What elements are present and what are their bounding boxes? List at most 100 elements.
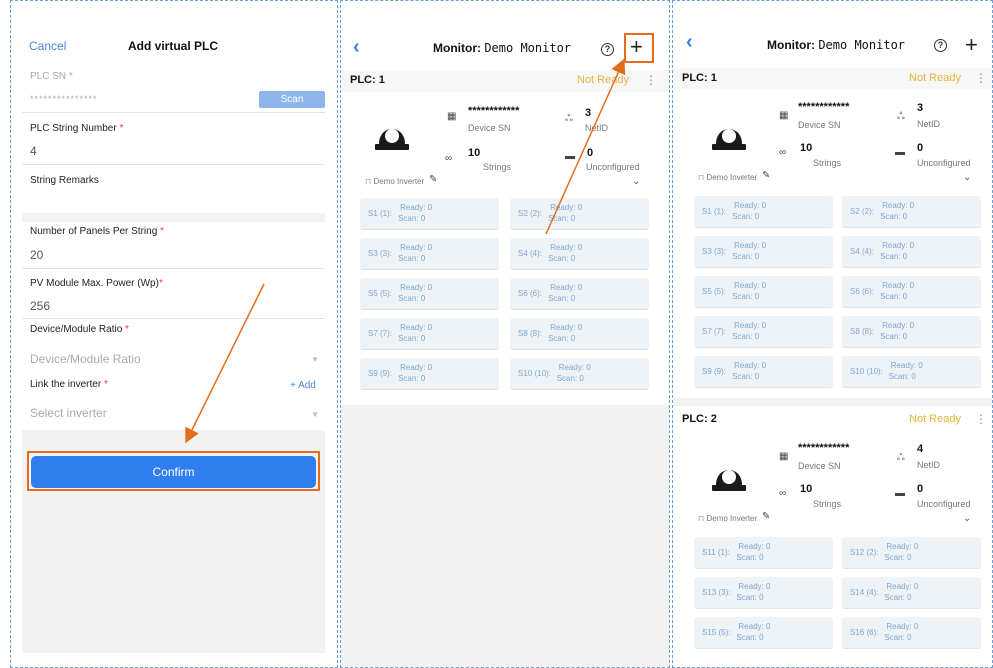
plc-name: PLC: 1 (682, 72, 717, 84)
string-tile[interactable]: S7 (7): Ready: 0 Scan: 0 (360, 318, 499, 350)
string-number-input[interactable]: 4 (30, 144, 37, 158)
string-tile[interactable]: S11 (1): Ready: 0 Scan: 0 (694, 537, 833, 569)
cancel-button[interactable]: Cancel (29, 39, 66, 53)
chevron-down-icon[interactable]: ⌄ (632, 176, 640, 187)
scan-button[interactable]: Scan (259, 91, 325, 108)
unconfigured-label: Unconfigured (917, 158, 971, 168)
string-id: S1 (1): (368, 209, 393, 218)
chevron-down-icon[interactable]: ⌄ (963, 172, 971, 183)
string-tile[interactable]: S1 (1): Ready: 0 Scan: 0 (694, 196, 833, 228)
more-icon[interactable]: ⋮ (645, 73, 657, 87)
string-tile[interactable]: S10 (10): Ready: 0 Scan: 0 (842, 356, 981, 388)
edit-icon[interactable]: ✎ (429, 174, 437, 185)
edit-icon[interactable]: ✎ (762, 170, 770, 181)
more-icon[interactable]: ⋮ (975, 412, 987, 426)
ratio-select[interactable]: Device/Module Ratio (30, 352, 141, 366)
plc-device-icon (712, 470, 746, 491)
string-tile[interactable]: S1 (1): Ready: 0 Scan: 0 (360, 198, 499, 230)
string-tile[interactable]: S7 (7): Ready: 0 Scan: 0 (694, 316, 833, 348)
string-tile[interactable]: S5 (5): Ready: 0 Scan: 0 (694, 276, 833, 308)
scan-count: Scan: 0 (732, 252, 760, 261)
string-tile[interactable]: S13 (3): Ready: 0 Scan: 0 (694, 577, 833, 609)
scan-count: Scan: 0 (732, 372, 760, 381)
qr-icon: ▦ (447, 111, 457, 122)
plc-header: PLC: 2 Not Ready ⋮ (673, 409, 992, 431)
chevron-down-icon[interactable]: ⌄ (963, 513, 971, 524)
panels-per-string-input[interactable]: 20 (30, 248, 43, 262)
string-tile[interactable]: S6 (6): Ready: 0 Scan: 0 (510, 278, 649, 310)
inverter-select[interactable]: Select inverter (30, 406, 107, 420)
back-icon[interactable]: ‹ (686, 31, 693, 54)
ready-count: Ready: 0 (734, 281, 767, 290)
plc-header: PLC: 1 Not Ready ⋮ (673, 68, 992, 90)
string-tile[interactable]: S9 (9): Ready: 0 Scan: 0 (694, 356, 833, 388)
required-mark: * (119, 123, 124, 134)
scan-count: Scan: 0 (736, 633, 764, 642)
status-badge: Not Ready (909, 413, 961, 425)
plc-sn-input[interactable]: *************** (30, 94, 98, 104)
string-tile[interactable]: S6 (6): Ready: 0 Scan: 0 (842, 276, 981, 308)
netid-label: NetID (917, 119, 941, 129)
string-tile[interactable]: S3 (3): Ready: 0 Scan: 0 (694, 236, 833, 268)
help-icon[interactable]: ? (601, 43, 614, 56)
scan-count: Scan: 0 (880, 212, 908, 221)
scan-count: Scan: 0 (732, 212, 760, 221)
string-tile[interactable]: S8 (8): Ready: 0 Scan: 0 (510, 318, 649, 350)
inverter-name: Demo Inverter (706, 173, 758, 182)
string-tile[interactable]: S3 (3): Ready: 0 Scan: 0 (360, 238, 499, 270)
string-id: S10 (10): (850, 367, 883, 376)
string-id: S2 (2): (518, 209, 543, 218)
scan-count: Scan: 0 (556, 374, 584, 383)
page-title: Add virtual PLC (128, 39, 219, 53)
string-tile[interactable]: S15 (5): Ready: 0 Scan: 0 (694, 617, 833, 649)
string-id: S3 (3): (702, 247, 727, 256)
string-id: S1 (1): (702, 207, 727, 216)
string-id: S5 (5): (702, 287, 727, 296)
scan-count: Scan: 0 (548, 294, 576, 303)
string-id: S8 (8): (518, 329, 543, 338)
back-icon[interactable]: ‹ (353, 36, 360, 59)
scan-count: Scan: 0 (548, 334, 576, 343)
string-tile[interactable]: S5 (5): Ready: 0 Scan: 0 (360, 278, 499, 310)
strings-label: Strings (813, 158, 842, 168)
monitor-title-prefix: Monitor: (433, 41, 481, 55)
ready-count: Ready: 0 (882, 201, 915, 210)
monitor-panel-after: ‹ Monitor: Demo Monitor ? + PLC: 1 Not R… (672, 0, 993, 668)
ready-count: Ready: 0 (550, 283, 583, 292)
confirm-button[interactable]: Confirm (31, 456, 316, 488)
ready-count: Ready: 0 (400, 283, 433, 292)
chevron-down-icon[interactable]: ▼ (311, 355, 319, 364)
device-sn-label: Device SN (798, 461, 841, 471)
more-icon[interactable]: ⋮ (975, 71, 987, 85)
panels-per-string-label: Number of Panels Per String * (30, 226, 164, 237)
module-power-input[interactable]: 256 (30, 299, 50, 313)
string-tile[interactable]: S10 (10): Ready: 0 Scan: 0 (510, 358, 649, 390)
add-plc-icon[interactable]: + (965, 34, 978, 56)
ready-count: Ready: 0 (734, 321, 767, 330)
scan-count: Scan: 0 (888, 372, 916, 381)
string-tile[interactable]: S4 (4): Ready: 0 Scan: 0 (510, 238, 649, 270)
string-tile[interactable]: S9 (9): Ready: 0 Scan: 0 (360, 358, 499, 390)
monitor-title-prefix: Monitor: (767, 38, 815, 52)
network-icon: ஃ (565, 113, 573, 124)
string-tile[interactable]: S16 (6): Ready: 0 Scan: 0 (842, 617, 981, 649)
string-id: S6 (6): (850, 287, 875, 296)
ready-count: Ready: 0 (738, 582, 771, 591)
string-id: S11 (1): (702, 548, 730, 557)
string-tile[interactable]: S2 (2): Ready: 0 Scan: 0 (510, 198, 649, 230)
strings-icon: ∞ (445, 153, 453, 164)
string-tile[interactable]: S12 (2): Ready: 0 Scan: 0 (842, 537, 981, 569)
string-tile[interactable]: S14 (4): Ready: 0 Scan: 0 (842, 577, 981, 609)
string-tile[interactable]: S2 (2): Ready: 0 Scan: 0 (842, 196, 981, 228)
add-inverter-link[interactable]: + Add (290, 380, 316, 391)
edit-icon[interactable]: ✎ (762, 511, 770, 522)
string-tile[interactable]: S8 (8): Ready: 0 Scan: 0 (842, 316, 981, 348)
divider (22, 112, 325, 113)
help-icon[interactable]: ? (934, 39, 947, 52)
string-tile[interactable]: S4 (4): Ready: 0 Scan: 0 (842, 236, 981, 268)
ready-count: Ready: 0 (400, 323, 433, 332)
status-badge: Not Ready (909, 72, 961, 84)
chevron-down-icon[interactable]: ▼ (311, 410, 319, 419)
ready-count: Ready: 0 (550, 203, 583, 212)
ready-count: Ready: 0 (400, 363, 433, 372)
